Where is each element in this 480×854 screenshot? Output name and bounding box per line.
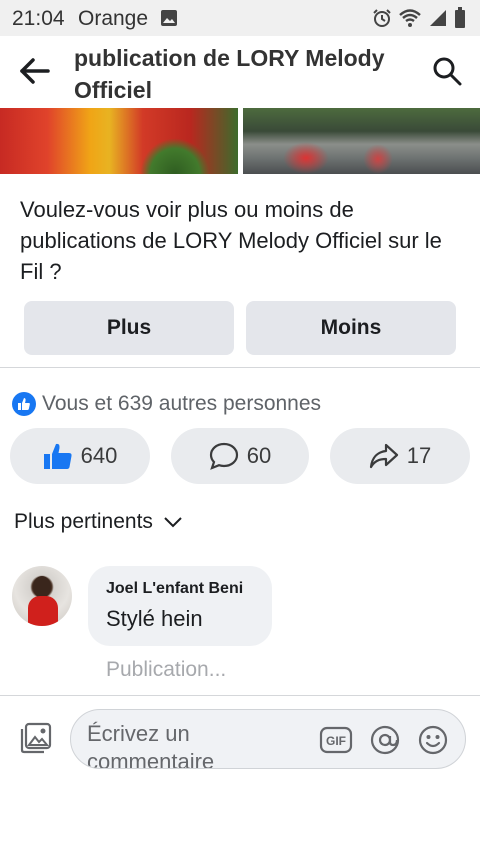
chevron-down-icon	[164, 517, 182, 528]
moins-button[interactable]: Moins	[246, 301, 456, 355]
like-button[interactable]: 640	[10, 428, 150, 484]
comment-input-placeholder: Écrivez un commentaire	[87, 721, 215, 768]
comment-posting-status: Publication...	[106, 658, 227, 681]
comment-bubble-icon	[209, 442, 238, 470]
comment-sort-dropdown[interactable]: Plus pertinents	[14, 510, 183, 534]
emoji-smile-icon[interactable]	[417, 724, 449, 756]
comment-text: Stylé hein	[106, 606, 203, 631]
photo-icon[interactable]	[18, 720, 54, 756]
thumbs-up-icon	[43, 443, 72, 469]
comment-author[interactable]: Joel L'enfant Beni	[106, 580, 254, 598]
sort-label: Plus pertinents	[14, 510, 153, 533]
like-badge-icon	[12, 392, 36, 416]
wifi-icon	[399, 9, 421, 27]
comment-input[interactable]: Écrivez un commentaire GIF	[70, 709, 466, 769]
mention-at-icon[interactable]	[369, 724, 401, 756]
comment-button[interactable]: 60	[171, 428, 309, 484]
share-button[interactable]: 17	[330, 428, 470, 484]
app-header: publication de LORY Melody Officiel	[0, 36, 480, 108]
battery-icon	[455, 7, 465, 28]
signal-icon	[430, 10, 446, 26]
feed-preference-question: Voulez-vous voir plus ou moins de public…	[20, 197, 442, 284]
post-photo-1[interactable]	[0, 108, 238, 174]
reactions-text: Vous et 639 autres personnes	[42, 392, 322, 415]
back-arrow-icon[interactable]	[18, 56, 52, 86]
svg-text:GIF: GIF	[326, 734, 346, 748]
comment-count: 60	[246, 443, 272, 468]
avatar[interactable]	[12, 566, 72, 626]
divider	[0, 695, 480, 696]
search-icon[interactable]	[432, 56, 462, 86]
page-title: publication de LORY Melody Officiel	[74, 45, 385, 103]
status-icons	[372, 7, 466, 29]
status-time: 21:04	[12, 7, 65, 30]
divider	[0, 367, 480, 368]
status-carrier: Orange	[78, 7, 149, 30]
reactions-summary[interactable]: Vous et 639 autres personnes	[12, 392, 321, 416]
alarm-icon	[373, 9, 391, 27]
gif-icon[interactable]: GIF	[319, 726, 353, 754]
status-bar: 21:04 Orange	[0, 0, 480, 36]
comment-bubble[interactable]: Joel L'enfant Beni Stylé hein	[88, 566, 272, 646]
share-arrow-icon	[369, 443, 398, 469]
plus-button[interactable]: Plus	[24, 301, 234, 355]
image-notification-icon	[160, 9, 178, 32]
like-count: 640	[80, 443, 118, 468]
post-image-strip[interactable]	[0, 108, 480, 174]
share-count: 17	[406, 443, 432, 468]
post-photo-2[interactable]	[243, 108, 480, 174]
